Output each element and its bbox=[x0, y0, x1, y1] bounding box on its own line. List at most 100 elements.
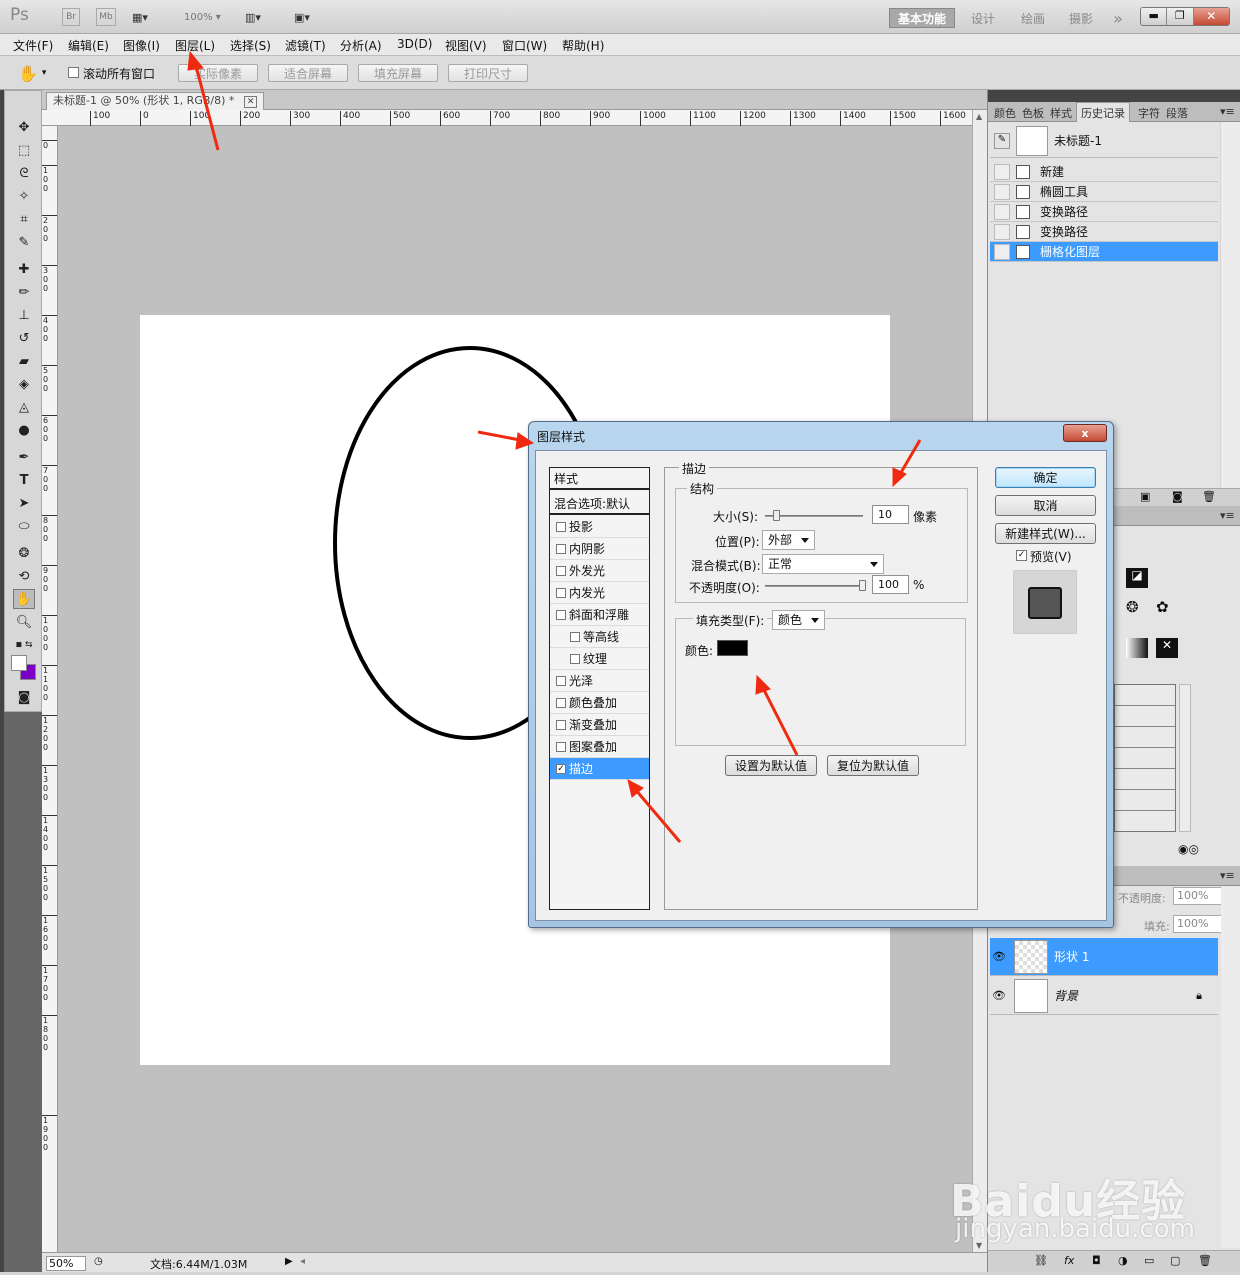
menu-select[interactable]: 选择(S) bbox=[230, 37, 271, 54]
3d-orbit-tool-icon[interactable]: ⟲ bbox=[13, 566, 35, 586]
style-item-inner-shadow[interactable]: 内阴影 bbox=[550, 538, 649, 560]
fill-field[interactable]: 100% bbox=[1173, 915, 1225, 933]
history-checkbox[interactable] bbox=[994, 203, 1010, 220]
style-item-texture[interactable]: 纹理 bbox=[550, 648, 649, 670]
history-brush-tool-icon[interactable]: ↺ bbox=[13, 328, 35, 348]
threshold-icon[interactable]: ✕ bbox=[1156, 638, 1178, 658]
eye-icon[interactable]: 👁︎ bbox=[990, 950, 1008, 963]
opacity-slider[interactable] bbox=[765, 580, 866, 591]
size-input[interactable]: 10 bbox=[872, 505, 909, 524]
crop-tool-icon[interactable]: ⌗ bbox=[13, 209, 35, 229]
menu-view[interactable]: 视图(V) bbox=[445, 37, 487, 54]
trash-icon[interactable]: 🗑︎ bbox=[1202, 490, 1216, 503]
mini-bridge-button[interactable]: Mb bbox=[96, 8, 116, 26]
arrange-documents-button[interactable]: ▥▾ bbox=[245, 8, 277, 26]
hand-tool-icon[interactable]: ✋ bbox=[13, 589, 35, 609]
close-icon[interactable]: ✕ bbox=[1193, 8, 1229, 25]
trash-icon[interactable]: 🗑︎ bbox=[1198, 1254, 1212, 1267]
magic-wand-tool-icon[interactable]: ✧ bbox=[13, 186, 35, 206]
panel-menu-icon[interactable]: ▾≡ bbox=[1220, 509, 1235, 522]
scroll-left-icon[interactable]: ◂ bbox=[300, 1256, 305, 1267]
zoom-tool-icon[interactable]: 🔍︎ bbox=[13, 612, 35, 632]
style-checkbox[interactable] bbox=[570, 631, 580, 642]
menu-file[interactable]: 文件(F) bbox=[13, 37, 53, 54]
style-checkbox[interactable] bbox=[556, 609, 566, 620]
maximize-icon[interactable]: ❐ bbox=[1167, 8, 1194, 25]
menu-3d[interactable]: 3D(D) bbox=[397, 37, 432, 51]
clone-stamp-tool-icon[interactable]: ⊥ bbox=[13, 305, 35, 325]
document-tab[interactable]: 未标题-1 @ 50% (形状 1, RGB/8) * ✕ bbox=[46, 92, 265, 110]
layer-row-background[interactable]: 👁︎ 背景 🔒︎ bbox=[990, 977, 1218, 1015]
menu-filter[interactable]: 滤镜(T) bbox=[285, 37, 326, 54]
workspace-essentials[interactable]: 基本功能 bbox=[889, 8, 955, 28]
style-item-drop-shadow[interactable]: 投影 bbox=[550, 516, 649, 538]
fill-type-select[interactable]: 颜色 bbox=[772, 610, 825, 630]
style-item-gradient-overlay[interactable]: 渐变叠加 bbox=[550, 714, 649, 736]
selective-color-icon[interactable]: ✿ bbox=[1156, 598, 1169, 616]
3d-rotate-tool-icon[interactable]: ❂ bbox=[13, 543, 35, 563]
lasso-tool-icon[interactable]: ᘓ bbox=[13, 163, 35, 183]
screen-mode-button[interactable]: ▣▾ bbox=[294, 8, 326, 26]
history-item[interactable]: 椭圆工具 bbox=[990, 182, 1218, 202]
panel-menu-icon[interactable]: ▾≡ bbox=[1220, 869, 1235, 882]
tab-swatches[interactable]: 色板 bbox=[1022, 105, 1044, 121]
fx-icon[interactable]: fx bbox=[1064, 1254, 1074, 1267]
history-checkbox[interactable] bbox=[994, 243, 1010, 260]
dialog-close-button[interactable]: x bbox=[1063, 424, 1107, 442]
opacity-slider-knob[interactable] bbox=[859, 580, 866, 591]
ok-button[interactable]: 确定 bbox=[995, 467, 1096, 488]
fill-screen-button[interactable]: 填充屏幕 bbox=[358, 64, 438, 82]
adjustment-icons[interactable]: ◉◎ bbox=[1178, 842, 1199, 856]
style-item-stroke[interactable]: ✓ 描边 bbox=[550, 758, 649, 780]
history-checkbox[interactable] bbox=[994, 163, 1010, 180]
view-extras-button[interactable]: ▦▾ bbox=[132, 8, 164, 26]
style-item-contour[interactable]: 等高线 bbox=[550, 626, 649, 648]
workspace-photography[interactable]: 摄影 bbox=[1058, 8, 1104, 28]
new-style-button[interactable]: 新建样式(W)... bbox=[995, 523, 1096, 544]
zoom-level-select[interactable]: 100% ▾ bbox=[184, 8, 230, 26]
menu-analysis[interactable]: 分析(A) bbox=[340, 37, 382, 54]
history-item[interactable]: 新建 bbox=[990, 162, 1218, 182]
history-checkbox[interactable] bbox=[994, 223, 1010, 240]
bridge-button[interactable]: Br bbox=[62, 8, 80, 26]
menu-edit[interactable]: 编辑(E) bbox=[68, 37, 109, 54]
add-mask-icon[interactable]: ◘ bbox=[1092, 1254, 1101, 1267]
style-item-color-overlay[interactable]: 颜色叠加 bbox=[550, 692, 649, 714]
exposure-icon[interactable]: ◪ bbox=[1126, 568, 1148, 588]
workspace-design[interactable]: 设计 bbox=[960, 8, 1006, 28]
ellipse-tool-icon[interactable]: ⬭ bbox=[13, 516, 35, 536]
size-slider-knob[interactable] bbox=[773, 510, 780, 521]
opacity-field[interactable]: 100% bbox=[1173, 887, 1225, 905]
history-item[interactable]: 变换路径 bbox=[990, 202, 1218, 222]
style-item-styles[interactable]: 样式 bbox=[550, 468, 649, 490]
tab-styles[interactable]: 样式 bbox=[1050, 105, 1072, 121]
status-menu-arrow-icon[interactable]: ▶ bbox=[285, 1256, 293, 1267]
path-selection-tool-icon[interactable]: ➤ bbox=[13, 493, 35, 513]
workspace-painting[interactable]: 绘画 bbox=[1010, 8, 1056, 28]
close-tab-icon[interactable]: ✕ bbox=[243, 96, 258, 108]
pen-tool-icon[interactable]: ✒ bbox=[13, 447, 35, 467]
quick-mask-icon[interactable]: ◙ bbox=[13, 687, 35, 707]
actual-pixels-button[interactable]: 实际像素 bbox=[178, 64, 258, 82]
menu-layer[interactable]: 图层(L) bbox=[175, 37, 215, 54]
group-icon[interactable]: ▭ bbox=[1144, 1254, 1154, 1267]
style-item-bevel-emboss[interactable]: 斜面和浮雕 bbox=[550, 604, 649, 626]
history-scrollbar[interactable] bbox=[1221, 122, 1240, 492]
more-workspaces-button[interactable]: » bbox=[1104, 8, 1132, 28]
type-tool-icon[interactable]: T bbox=[13, 470, 35, 490]
marquee-tool-icon[interactable]: ⬚ bbox=[13, 140, 35, 160]
brush-tool-icon[interactable]: ✏ bbox=[13, 282, 35, 302]
healing-brush-tool-icon[interactable]: ✚ bbox=[13, 259, 35, 279]
style-item-outer-glow[interactable]: 外发光 bbox=[550, 560, 649, 582]
tool-preset-picker[interactable]: ✋ ▾ bbox=[18, 62, 56, 84]
foreground-color-swatch[interactable] bbox=[11, 655, 27, 671]
style-item-satin[interactable]: 光泽 bbox=[550, 670, 649, 692]
zoom-field[interactable]: 50% bbox=[46, 1256, 86, 1271]
tab-character[interactable]: 字符 bbox=[1138, 105, 1160, 121]
link-layers-icon[interactable]: ⛓ bbox=[1034, 1254, 1048, 1267]
style-checkbox[interactable] bbox=[556, 521, 566, 532]
style-checkbox[interactable] bbox=[556, 587, 566, 598]
menu-image[interactable]: 图像(I) bbox=[123, 37, 160, 54]
camera-icon[interactable]: ◙ bbox=[1172, 490, 1183, 503]
history-brush-icon[interactable]: ✎ bbox=[994, 132, 1010, 149]
